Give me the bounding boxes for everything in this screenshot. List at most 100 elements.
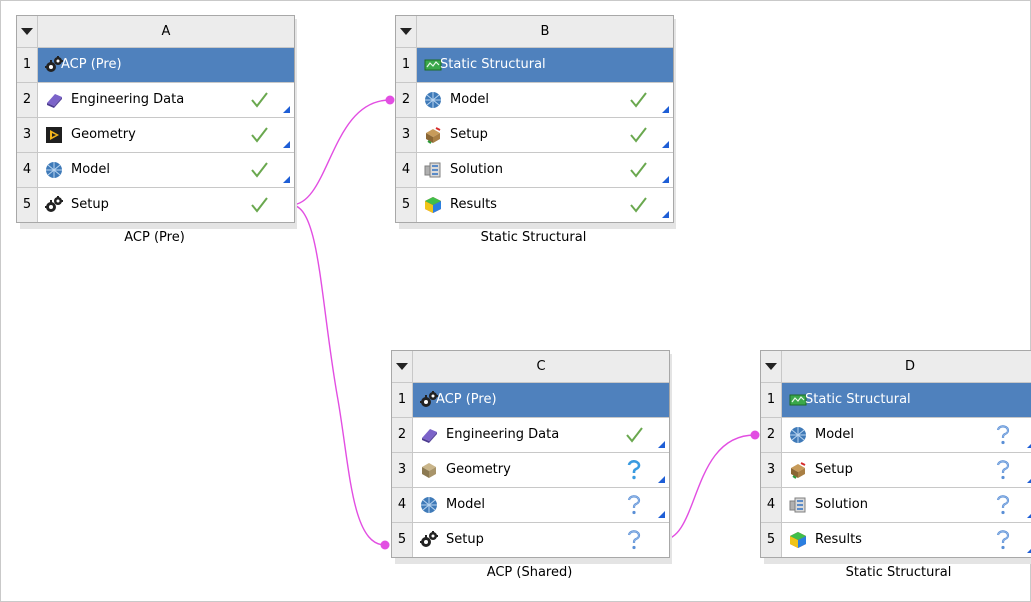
question-icon (623, 494, 645, 516)
check-icon (248, 89, 270, 111)
cell-label: Engineering Data (446, 427, 560, 442)
collapse-cell[interactable] (396, 16, 417, 47)
system-caption[interactable]: Static Structural (395, 230, 672, 245)
system-table[interactable]: B 1 Static Structural 2 Model 3 Setup 4 Solution… (395, 15, 674, 223)
corner-marker-icon (662, 211, 669, 218)
corner-marker-icon (283, 141, 290, 148)
system-title-row[interactable]: 1 Static Structural (761, 382, 1031, 417)
model-mesh-icon (424, 91, 442, 109)
system-header-row: D (761, 351, 1031, 382)
cell-geometry[interactable]: 3 Geometry (392, 452, 669, 487)
cell-setup[interactable]: 3 Setup (761, 452, 1031, 487)
corner-marker-icon (1027, 441, 1031, 448)
system-table[interactable]: A 1 ACP (Pre) 2 Engineering Data 3 Geometry 4 Mo… (16, 15, 295, 223)
cell-label: Setup (815, 462, 853, 477)
system-title-row[interactable]: 1 ACP (Pre) (17, 47, 294, 82)
row-number: 1 (392, 383, 413, 417)
question-icon (623, 529, 645, 551)
solution-icon (789, 496, 807, 514)
system-title-label: ACP (Pre) (436, 392, 497, 407)
cell-label: Model (815, 427, 855, 442)
corner-marker-icon (283, 176, 290, 183)
collapse-arrow-icon[interactable] (21, 28, 33, 35)
engineering-data-book-icon (45, 91, 63, 109)
system-header-row: A (17, 16, 294, 47)
collapse-arrow-icon[interactable] (400, 28, 412, 35)
corner-marker-icon (1027, 476, 1031, 483)
cell-geometry[interactable]: 3 Geometry (17, 117, 294, 152)
system-table[interactable]: C 1 ACP (Pre) 2 Engineering Data 3 Geometry 4 Mo… (391, 350, 670, 558)
system-title-label: ACP (Pre) (61, 57, 122, 72)
row-number: 3 (17, 118, 38, 152)
system-title-row[interactable]: 1 Static Structural (396, 47, 673, 82)
collapse-arrow-icon[interactable] (396, 363, 408, 370)
check-icon (248, 159, 270, 181)
corner-marker-icon (662, 176, 669, 183)
row-number: 3 (761, 453, 782, 487)
model-mesh-icon (420, 496, 438, 514)
cell-setup[interactable]: 5 Setup (392, 522, 669, 557)
gears-icon (420, 531, 438, 549)
system-header-row: C (392, 351, 669, 382)
cell-label: Geometry (446, 462, 511, 477)
cell-engineering-data[interactable]: 2 Engineering Data (17, 82, 294, 117)
cell-results[interactable]: 5 Results (761, 522, 1031, 557)
collapse-cell[interactable] (17, 16, 38, 47)
corner-marker-icon (658, 511, 665, 518)
cell-label: Solution (815, 497, 868, 512)
model-mesh-icon (45, 161, 63, 179)
system-table[interactable]: D 1 Static Structural 2 Model 3 Setup 4 Solution… (760, 350, 1031, 558)
system-column-letter: D (904, 359, 915, 374)
row-number: 3 (392, 453, 413, 487)
question-icon (992, 424, 1014, 446)
collapse-cell[interactable] (761, 351, 782, 382)
geometry-icon (45, 126, 63, 144)
row-number: 3 (396, 118, 417, 152)
cell-model[interactable]: 4 Model (392, 487, 669, 522)
cell-label: Setup (450, 127, 488, 142)
cell-label: Setup (446, 532, 484, 547)
check-icon (248, 124, 270, 146)
row-number: 2 (761, 418, 782, 452)
system-column-letter: B (540, 24, 550, 39)
question-icon (992, 529, 1014, 551)
cell-model[interactable]: 2 Model (396, 82, 673, 117)
setup-loads-icon (789, 461, 807, 479)
cell-solution[interactable]: 4 Solution (761, 487, 1031, 522)
cell-setup[interactable]: 3 Setup (396, 117, 673, 152)
collapse-cell[interactable] (392, 351, 413, 382)
corner-marker-icon (1027, 511, 1031, 518)
collapse-arrow-icon[interactable] (765, 363, 777, 370)
row-number: 1 (396, 48, 417, 82)
row-number: 1 (761, 383, 782, 417)
system-caption[interactable]: ACP (Shared) (391, 565, 668, 580)
corner-marker-icon (658, 476, 665, 483)
row-number: 4 (396, 153, 417, 187)
system-title-label: Static Structural (440, 57, 546, 72)
system-caption[interactable]: ACP (Pre) (16, 230, 293, 245)
cell-solution[interactable]: 4 Solution (396, 152, 673, 187)
check-icon (627, 159, 649, 181)
question-icon (623, 459, 645, 481)
results-icon (424, 196, 442, 214)
system-title-row[interactable]: 1 ACP (Pre) (392, 382, 669, 417)
cell-model[interactable]: 2 Model (761, 417, 1031, 452)
corner-marker-icon (662, 106, 669, 113)
cell-model[interactable]: 4 Model (17, 152, 294, 187)
cell-label: Model (450, 92, 490, 107)
cell-results[interactable]: 5 Results (396, 187, 673, 222)
row-number: 2 (392, 418, 413, 452)
model-mesh-icon (789, 426, 807, 444)
system-column-letter: A (161, 24, 171, 39)
system-title-label: Static Structural (805, 392, 911, 407)
corner-marker-icon (283, 106, 290, 113)
check-icon (627, 124, 649, 146)
row-number: 4 (392, 488, 413, 522)
cell-label: Setup (71, 197, 109, 212)
system-caption[interactable]: Static Structural (760, 565, 1031, 580)
geometry-box-icon (420, 461, 438, 479)
cell-engineering-data[interactable]: 2 Engineering Data (392, 417, 669, 452)
question-icon (992, 494, 1014, 516)
corner-marker-icon (658, 441, 665, 448)
cell-setup[interactable]: 5 Setup (17, 187, 294, 222)
